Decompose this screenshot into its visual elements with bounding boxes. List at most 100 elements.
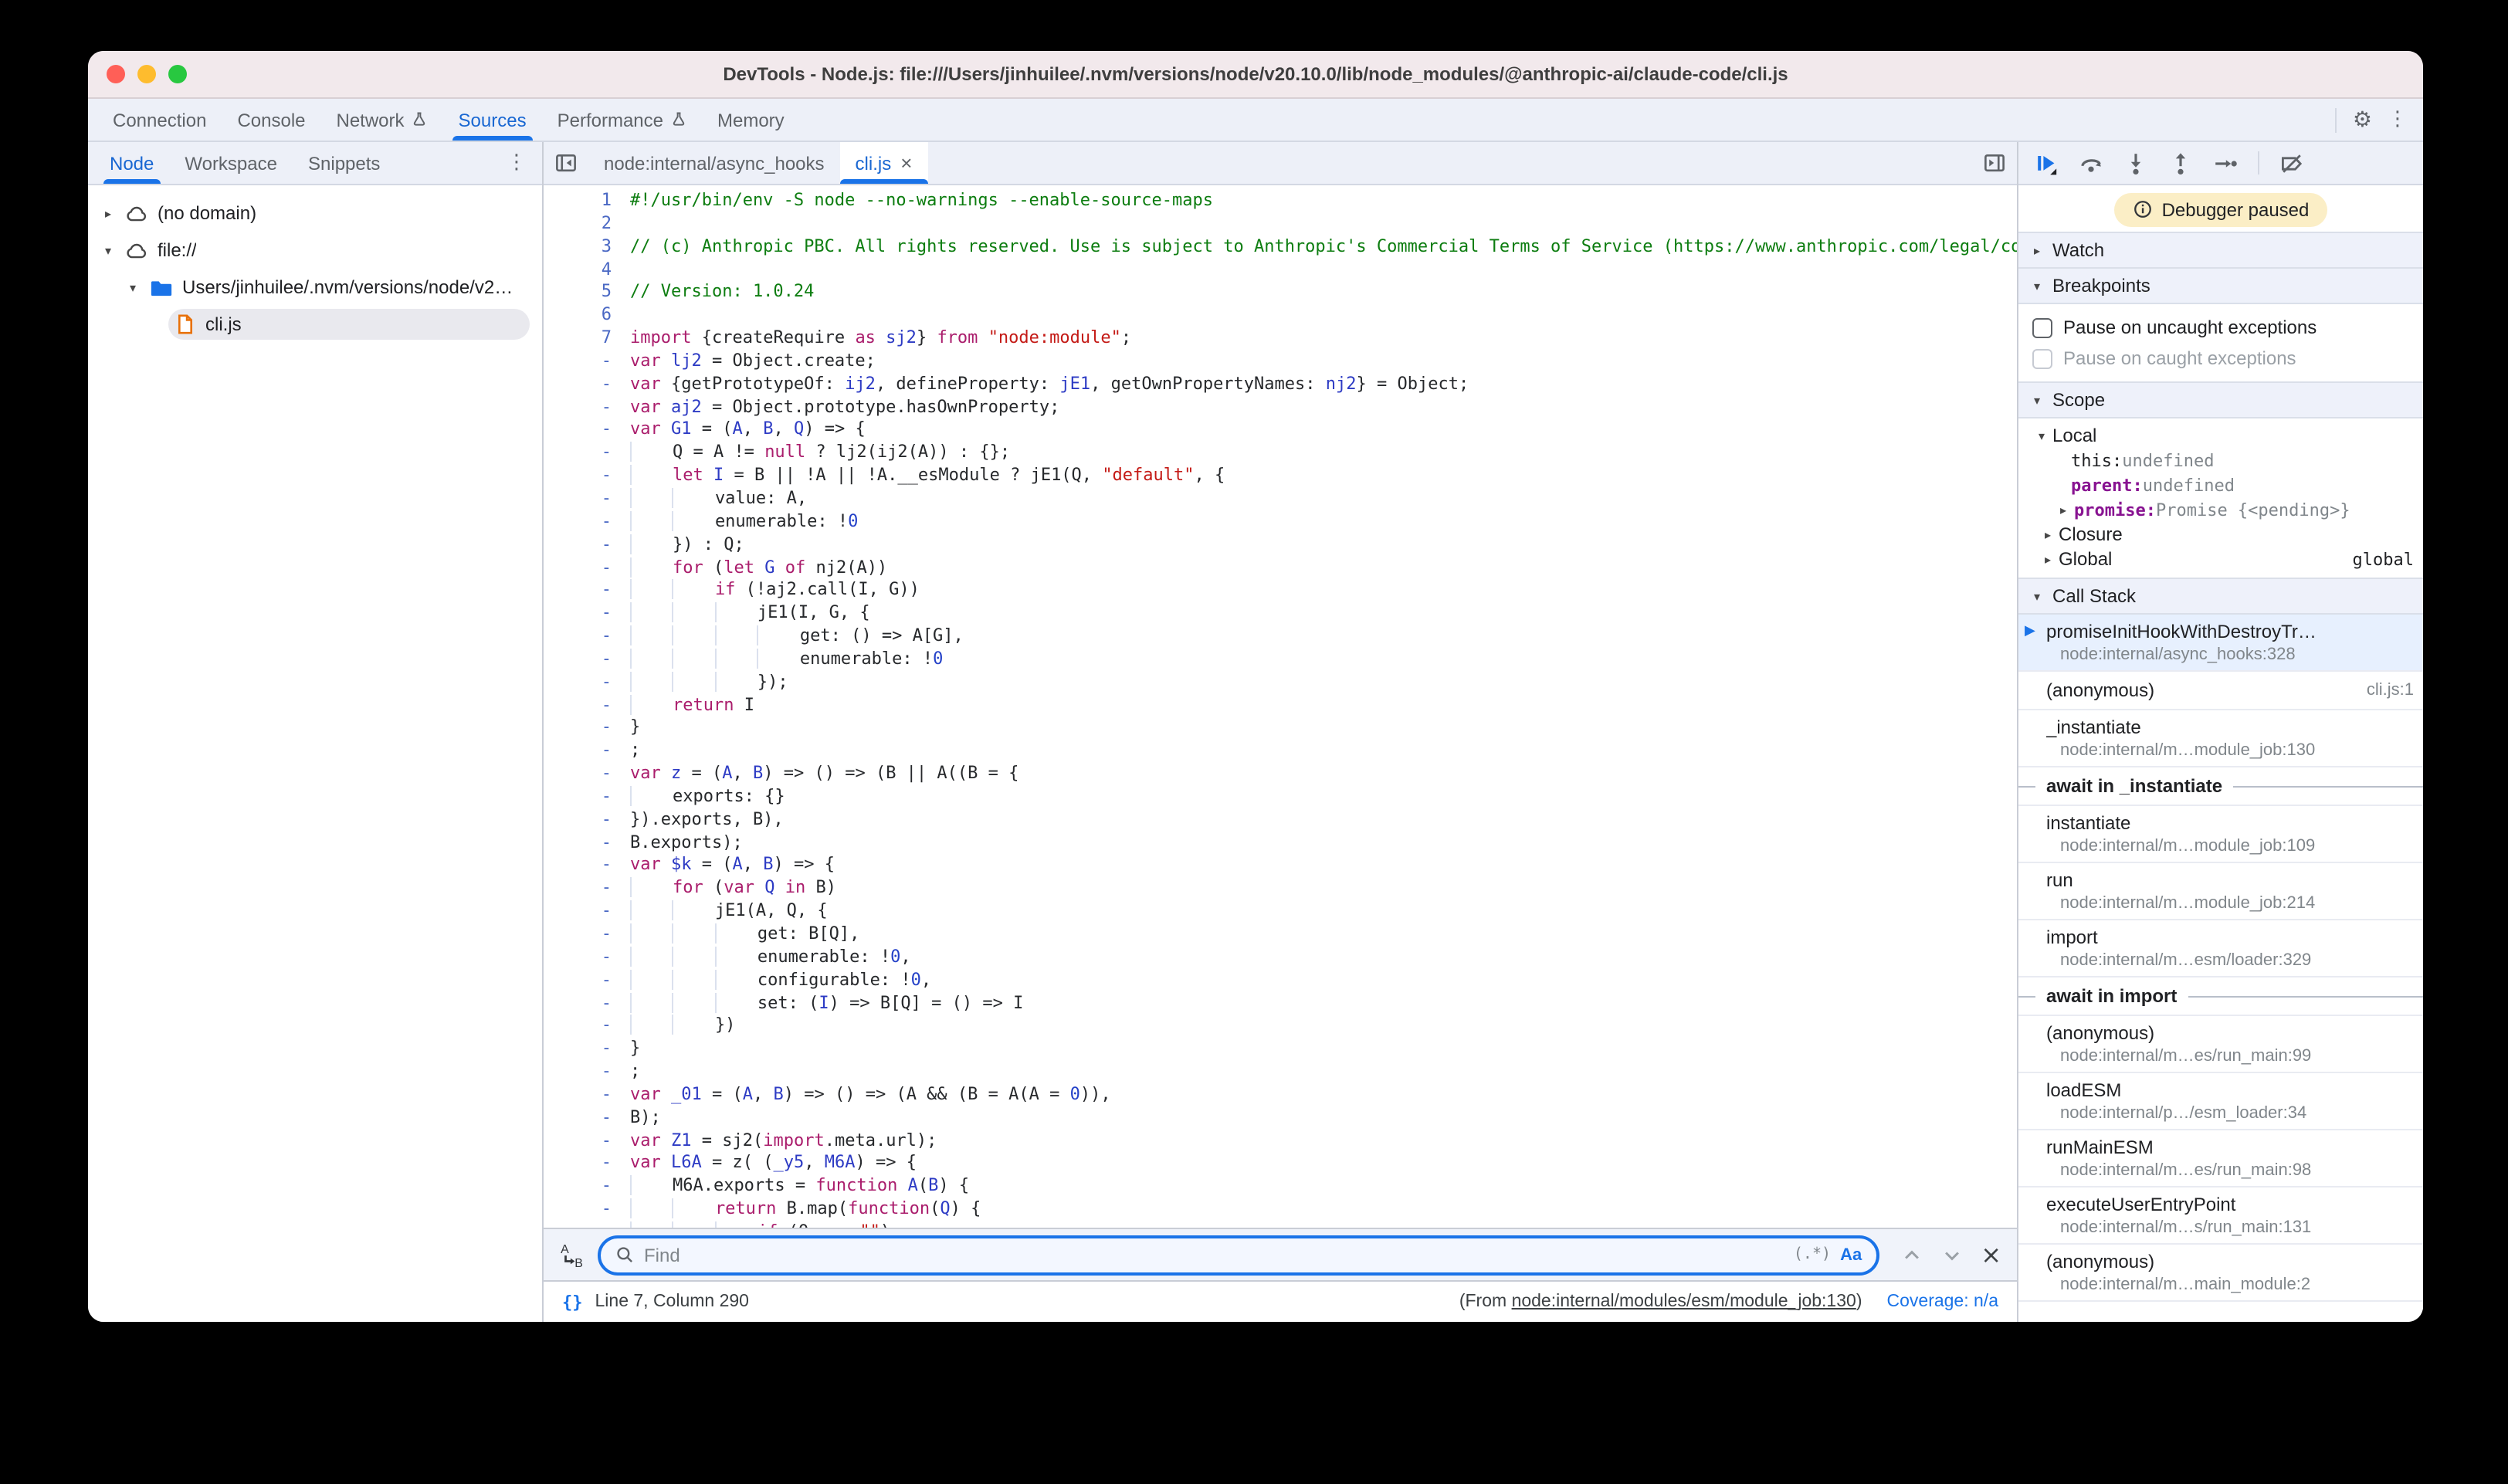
panel-tab-network[interactable]: Network [321,99,443,141]
scope-twisty-icon[interactable]: ▾ [2031,429,2052,442]
zoom-window-button[interactable] [168,65,187,83]
replace-toggle-icon[interactable]: AB [559,1242,585,1268]
regex-toggle[interactable]: (.*) [1794,1246,1831,1263]
resume-icon[interactable] [2034,151,2059,175]
scope-section-header[interactable]: ▾ Scope [2018,381,2423,418]
line-number[interactable]: - [544,1061,630,1084]
call-stack-frame[interactable]: ▶promiseInitHookWithDestroyTr…node:inter… [2018,615,2423,672]
checkbox[interactable] [2032,317,2052,337]
line-number[interactable]: - [544,900,630,923]
line-number[interactable]: - [544,557,630,580]
breakpoint-option[interactable]: Pause on uncaught exceptions [2018,312,2423,343]
scope-twisty-icon[interactable]: ▸ [2037,552,2059,566]
line-number[interactable]: - [544,947,630,970]
panel-tab-console[interactable]: Console [222,99,320,141]
line-number[interactable]: - [544,1153,630,1176]
line-number[interactable]: - [544,717,630,740]
line-number[interactable]: - [544,351,630,374]
tree-row[interactable]: ▸(no domain) [88,195,542,232]
line-number[interactable]: - [544,396,630,419]
tree-row[interactable]: ▾file:// [88,232,542,269]
coverage-link[interactable]: Coverage: n/a [1887,1293,1999,1311]
source-editor[interactable]: 1#!/usr/bin/env -S node --no-warnings --… [544,185,2017,1228]
line-number[interactable]: - [544,1130,630,1153]
call-stack-frame[interactable]: runMainESMnode:internal/m…es/run_main:98 [2018,1130,2423,1188]
match-case-toggle[interactable]: Aa [1840,1245,1862,1264]
panel-tab-connection[interactable]: Connection [97,99,222,141]
scope-row[interactable]: ▸promise: Promise {<pending>} [2018,497,2423,522]
line-number[interactable]: - [544,763,630,786]
line-number[interactable]: - [544,923,630,947]
close-find-icon[interactable]: × [1981,1240,2001,1269]
line-number[interactable]: 2 [544,213,630,236]
call-stack-frame[interactable]: _instantiatenode:internal/m…module_job:1… [2018,710,2423,767]
line-number[interactable]: - [544,740,630,764]
line-number[interactable]: - [544,855,630,878]
toggle-debugger-sidebar-icon[interactable] [1972,142,2017,184]
tree-twisty-icon[interactable]: ▾ [97,243,119,257]
line-number[interactable]: - [544,625,630,649]
editor-tab-cli-js[interactable]: cli.js× [840,142,928,184]
scope-row[interactable]: ▸Globalglobal [2018,547,2423,571]
watch-section-header[interactable]: ▸ Watch [2018,232,2423,269]
scope-row[interactable]: this: undefined [2018,448,2423,473]
navigator-kebab-icon[interactable]: ⋮ [507,153,542,173]
call-stack-frame[interactable]: (anonymous)node:internal/m…main_module:2 [2018,1245,2423,1302]
previous-match-icon[interactable] [1900,1244,1922,1265]
line-number[interactable]: - [544,832,630,855]
call-stack-frame[interactable]: loadESMnode:internal/p…/esm_loader:34 [2018,1073,2423,1130]
line-number[interactable]: - [544,878,630,901]
navigator-tab-node[interactable]: Node [94,142,169,184]
line-number[interactable]: 3 [544,235,630,259]
line-number[interactable]: - [544,465,630,488]
line-number[interactable]: - [544,580,630,603]
tree-item[interactable]: file:// [119,234,530,266]
tree-row[interactable]: cli.js [88,306,542,343]
collapse-navigator-icon[interactable] [544,142,588,184]
scope-twisty-icon[interactable]: ▸ [2052,503,2074,517]
step-icon[interactable] [2213,151,2238,175]
line-number[interactable]: - [544,374,630,397]
panel-tab-memory[interactable]: Memory [702,99,800,141]
line-number[interactable]: - [544,1198,630,1221]
close-window-button[interactable] [107,65,125,83]
line-number[interactable]: - [544,1084,630,1107]
step-over-icon[interactable] [2079,151,2103,175]
line-number[interactable]: - [544,1176,630,1199]
minimize-window-button[interactable] [137,65,156,83]
line-number[interactable]: 6 [544,304,630,327]
line-number[interactable]: - [544,1038,630,1061]
editor-tab-node-internal-async-hooks[interactable]: node:internal/async_hooks [588,142,840,184]
tree-twisty-icon[interactable]: ▸ [97,206,119,220]
panel-tab-performance[interactable]: Performance [542,99,702,141]
line-number[interactable]: - [544,488,630,511]
line-number[interactable]: - [544,1015,630,1038]
line-number[interactable]: - [544,419,630,442]
scope-row[interactable]: ▾Local [2018,423,2423,448]
tree-item[interactable]: Users/jinhuilee/.nvm/versions/node/v2… [144,271,530,303]
tree-twisty-icon[interactable]: ▾ [122,280,144,294]
line-number[interactable]: 7 [544,327,630,351]
call-stack-frame[interactable]: (anonymous)cli.js:1 [2018,672,2423,710]
step-out-icon[interactable] [2168,151,2193,175]
pretty-print-icon[interactable]: {} [562,1292,583,1312]
line-number[interactable]: 5 [544,282,630,305]
line-number[interactable]: - [544,671,630,694]
line-number[interactable]: - [544,649,630,672]
scope-row[interactable]: ▸Closure [2018,522,2423,547]
sourcemap-origin-link[interactable]: node:internal/modules/esm/module_job:130 [1512,1293,1856,1311]
deactivate-breakpoints-icon[interactable] [2279,151,2304,175]
tree-item[interactable]: (no domain) [119,197,530,229]
breakpoint-option[interactable]: Pause on caught exceptions [2018,343,2423,374]
breakpoints-section-header[interactable]: ▾ Breakpoints [2018,267,2423,304]
line-number[interactable]: 1 [544,190,630,213]
navigator-tab-workspace[interactable]: Workspace [169,142,293,184]
call-stack-frame[interactable]: importnode:internal/m…esm/loader:329 [2018,920,2423,977]
more-options-kebab-icon[interactable]: ⋮ [2388,110,2408,130]
call-stack-frame[interactable]: (anonymous)node:internal/m…es/run_main:9… [2018,1016,2423,1073]
close-tab-icon[interactable]: × [900,151,912,174]
line-number[interactable]: - [544,1221,630,1228]
line-number[interactable]: - [544,694,630,717]
line-number[interactable]: - [544,786,630,809]
settings-gear-icon[interactable]: ⚙ [2353,109,2372,130]
